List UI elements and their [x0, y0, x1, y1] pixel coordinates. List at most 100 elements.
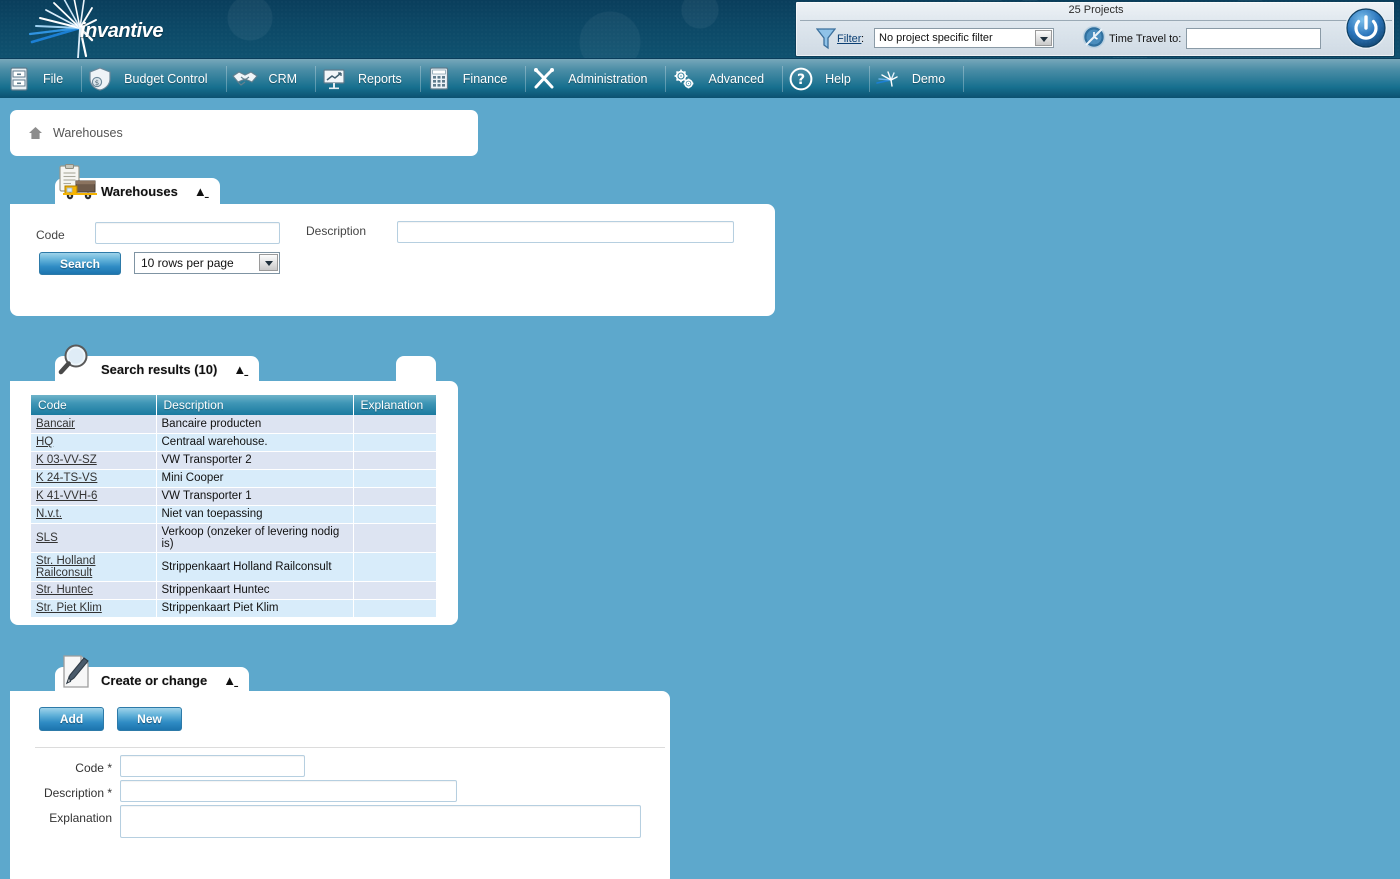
cell-code: K 41-VVH-6: [31, 487, 157, 506]
table-row[interactable]: K 03-VV-SZ VW Transporter 2: [31, 451, 436, 470]
cell-explanation: [353, 581, 436, 600]
panel-tab-warehouses[interactable]: Warehouses ▲̱: [55, 164, 220, 204]
cell-description: Strippenkaart Huntec: [156, 581, 354, 600]
handshake-icon: [231, 66, 258, 92]
panel-tab-search-results[interactable]: Search results (10) ▲̱: [55, 344, 260, 382]
create-code-input[interactable]: [120, 755, 305, 777]
search-button-label: Search: [59, 256, 101, 271]
svg-text:?: ?: [797, 72, 805, 88]
cell-explanation: [353, 505, 436, 524]
home-icon[interactable]: [28, 126, 43, 140]
column-header-code[interactable]: Code: [31, 395, 157, 415]
table-row[interactable]: SLS Verkoop (onzeker of levering nodig i…: [31, 523, 436, 553]
search-results-body: Bancair Bancaire producten HQ Centraal w…: [31, 415, 436, 618]
search-description-input[interactable]: [397, 221, 734, 243]
create-code-label: Code *: [75, 761, 112, 775]
menu-item-file[interactable]: File: [0, 59, 81, 99]
column-header-description[interactable]: Description: [156, 395, 354, 415]
search-button[interactable]: Search: [39, 252, 121, 275]
cell-description: Strippenkaart Piet Klim: [156, 599, 354, 618]
create-description-input[interactable]: [120, 780, 457, 802]
svg-text:$: $: [95, 79, 99, 87]
table-row[interactable]: N.v.t. Niet van toepassing: [31, 505, 436, 524]
panel-tab-create-or-change[interactable]: Create or change ▲̱: [55, 655, 250, 693]
cell-code: Str. Piet Klim: [31, 599, 157, 618]
table-row[interactable]: Bancair Bancaire producten: [31, 415, 436, 434]
filterbar-divider: [800, 20, 1392, 21]
form-divider: [35, 747, 665, 748]
new-button-label: New: [137, 712, 162, 726]
table-row[interactable]: K 41-VVH-6 VW Transporter 1: [31, 487, 436, 506]
menu-item-administration[interactable]: Administration: [525, 59, 665, 99]
cell-explanation: [353, 433, 436, 452]
power-icon[interactable]: [1344, 6, 1388, 50]
cell-explanation: [353, 469, 436, 488]
menu-label-administration: Administration: [568, 71, 648, 86]
clipboard-truck-icon: [59, 164, 97, 200]
breadcrumb-item-warehouses[interactable]: Warehouses: [53, 126, 123, 140]
table-row[interactable]: Str. Huntec Strippenkaart Huntec: [31, 581, 436, 600]
time-travel-label: Time Travel to:: [1109, 33, 1182, 45]
row-link-code[interactable]: Bancair: [36, 418, 75, 430]
collapse-panel-warehouses-button[interactable]: ▲̱: [194, 185, 207, 198]
projects-count-label: 25 Projects: [1068, 4, 1124, 16]
column-header-explanation[interactable]: Explanation: [353, 395, 436, 415]
calculator-icon: [426, 66, 452, 92]
cell-description: Verkoop (onzeker of levering nodig is): [156, 523, 354, 553]
menu-item-advanced[interactable]: Advanced: [665, 59, 782, 99]
table-header-row: Code Description Explanation: [31, 395, 436, 415]
menu-item-crm[interactable]: CRM: [225, 59, 315, 99]
cell-code: HQ: [31, 433, 157, 452]
collapse-panel-results-button[interactable]: ▲̱: [233, 363, 246, 376]
rows-per-page-select[interactable]: 10 rows per page: [134, 252, 280, 274]
cell-description: Centraal warehouse.: [156, 433, 354, 452]
row-link-code[interactable]: K 24-TS-VS: [36, 472, 97, 484]
row-link-code[interactable]: HQ: [36, 436, 53, 448]
time-travel-input[interactable]: [1186, 28, 1321, 49]
wrench-screwdriver-icon: [531, 66, 557, 92]
panel-body-warehouses: Code Description Search 10 rows per page: [10, 204, 775, 316]
cell-explanation: [353, 552, 436, 582]
row-link-code[interactable]: Str. Holland Railconsult: [36, 555, 95, 579]
menu-item-finance[interactable]: Finance: [419, 59, 525, 99]
add-button[interactable]: Add: [39, 707, 104, 731]
brand-logo[interactable]: invantive: [22, 0, 202, 58]
panel-title-warehouses: Warehouses: [101, 183, 178, 199]
cell-explanation: [353, 599, 436, 618]
table-row[interactable]: Str. Holland Railconsult Strippenkaart H…: [31, 552, 436, 582]
menu-label-budget-control: Budget Control: [124, 71, 208, 86]
create-explanation-input[interactable]: [120, 805, 641, 838]
panel-title-search-results: Search results (10): [101, 361, 218, 377]
row-link-code[interactable]: N.v.t.: [36, 508, 62, 520]
menu-item-reports[interactable]: Reports: [315, 59, 420, 99]
menu-label-advanced: Advanced: [708, 71, 765, 86]
cell-code: SLS: [31, 523, 157, 553]
row-link-code[interactable]: K 03-VV-SZ: [36, 454, 97, 466]
menu-label-help: Help: [825, 71, 851, 86]
table-row[interactable]: HQ Centraal warehouse.: [31, 433, 436, 452]
cell-description: Strippenkaart Holland Railconsult: [156, 552, 354, 582]
table-row[interactable]: Str. Piet Klim Strippenkaart Piet Klim: [31, 599, 436, 618]
search-code-input[interactable]: [95, 222, 280, 244]
row-link-code[interactable]: Str. Piet Klim: [36, 602, 102, 614]
chevron-down-icon[interactable]: [259, 254, 278, 271]
search-code-label: Code: [36, 228, 65, 242]
new-button[interactable]: New: [117, 707, 182, 731]
question-circle-icon: ?: [788, 66, 814, 92]
collapse-panel-create-button[interactable]: ▲̱: [223, 674, 236, 687]
chevron-down-icon[interactable]: [1035, 30, 1052, 46]
panel-tab-secondary[interactable]: [396, 356, 436, 382]
panel-body-search-results: Code Description Explanation Bancair Ban…: [10, 381, 458, 625]
row-link-code[interactable]: SLS: [36, 532, 58, 544]
menu-item-budget-control[interactable]: $ Budget Control: [81, 59, 225, 99]
row-link-code[interactable]: K 41-VVH-6: [36, 490, 97, 502]
row-link-code[interactable]: Str. Huntec: [36, 584, 93, 596]
cell-code: N.v.t.: [31, 505, 157, 524]
filter-link[interactable]: Filter: [837, 33, 861, 45]
presentation-chart-icon: [321, 66, 347, 92]
table-row[interactable]: K 24-TS-VS Mini Cooper: [31, 469, 436, 488]
menu-item-help[interactable]: ? Help: [782, 59, 869, 99]
application-root: invantive 25 Projects Filter : No projec…: [0, 0, 1400, 879]
project-filter-select[interactable]: No project specific filter: [874, 28, 1054, 48]
menu-item-demo[interactable]: Demo: [868, 59, 963, 99]
